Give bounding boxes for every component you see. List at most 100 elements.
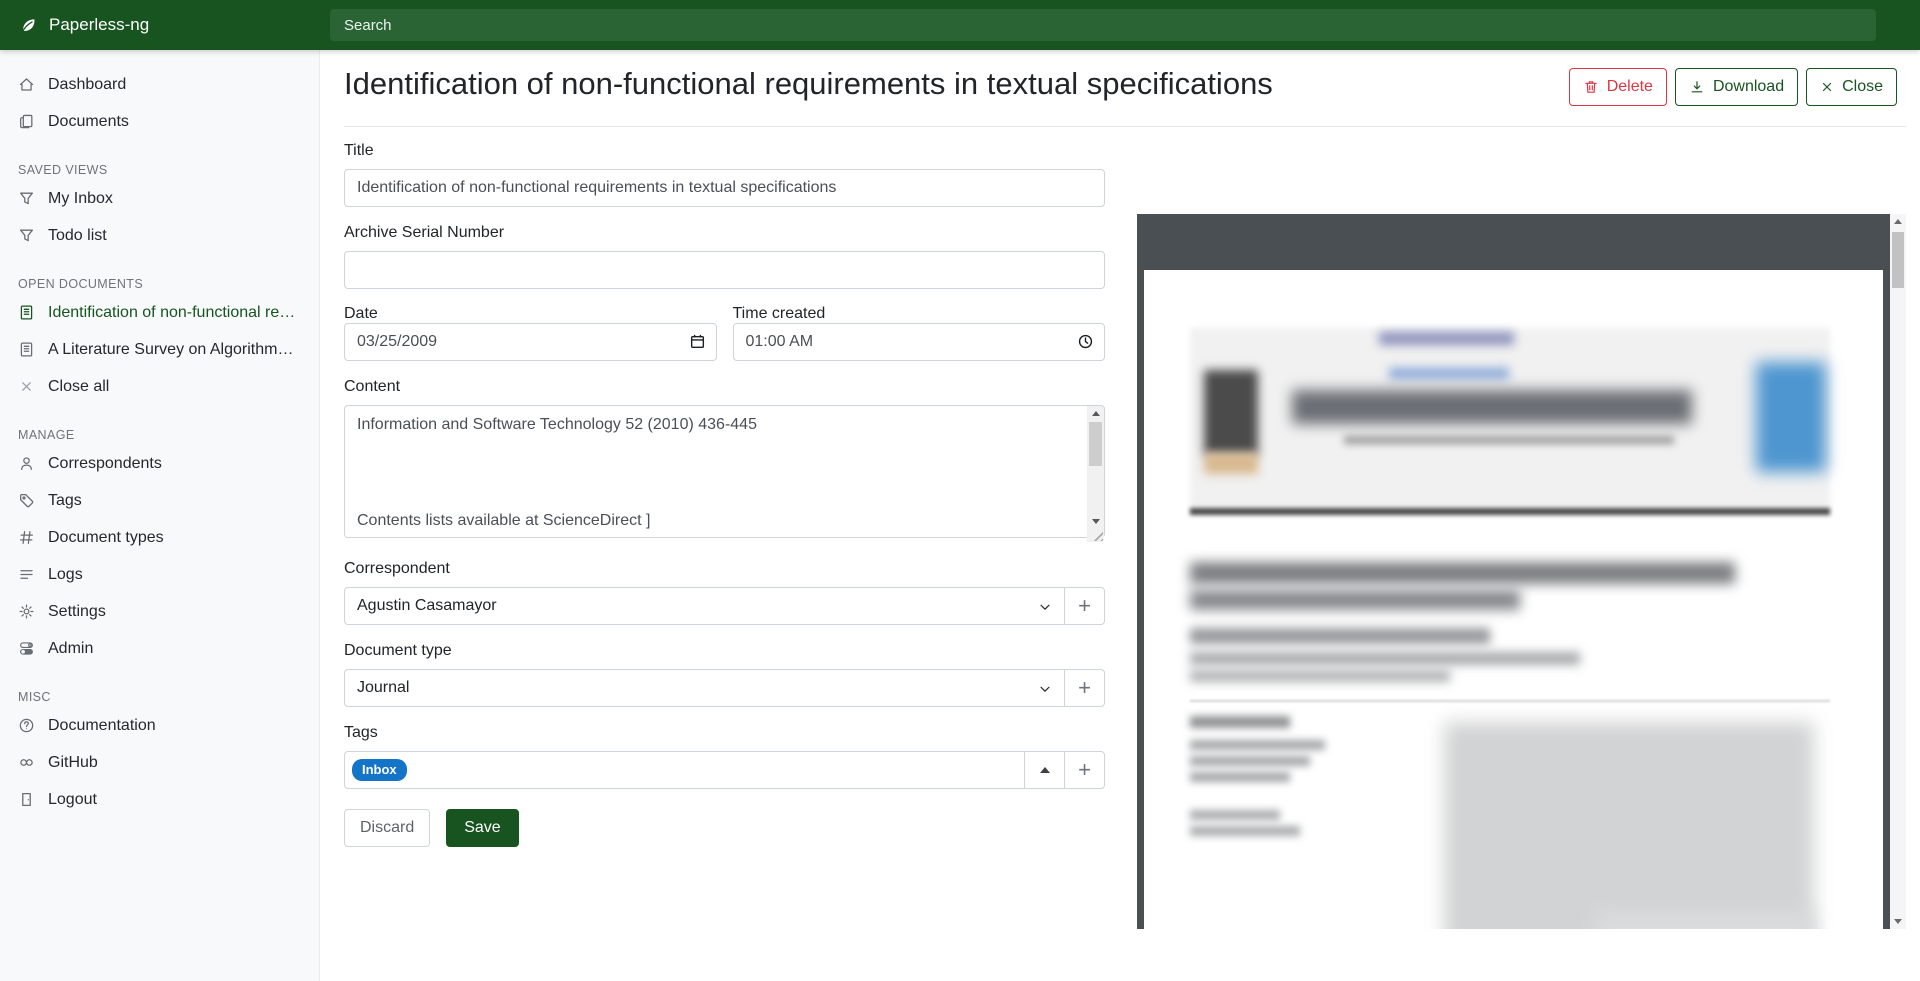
search-input[interactable]	[330, 9, 1876, 41]
documents-icon	[18, 113, 35, 130]
sidebar-header-misc: MISC	[18, 687, 301, 707]
question-circle-icon	[18, 717, 35, 734]
title-input[interactable]	[344, 169, 1105, 207]
sidebar-open-document-2[interactable]: A Literature Survey on Algorithms for Mu…	[0, 331, 319, 368]
scroll-up-arrow-icon[interactable]	[1087, 406, 1104, 420]
scrollbar-thumb[interactable]	[1089, 422, 1102, 466]
app-brand[interactable]: Paperless-ng	[0, 15, 320, 35]
pdf-blurred-divider	[1190, 700, 1830, 702]
date-time-row: Date Time created	[344, 305, 1105, 361]
top-navbar: Paperless-ng	[0, 0, 1920, 50]
sidebar-item-documentation[interactable]: Documentation	[0, 707, 319, 744]
leaf-logo-icon	[19, 16, 38, 35]
person-icon	[18, 455, 35, 472]
sidebar-item-documents[interactable]: Documents	[0, 103, 319, 140]
file-text-icon	[18, 304, 35, 321]
date-label: Date	[344, 305, 378, 322]
content-textarea[interactable]: Information and Software Technology 52 (…	[344, 405, 1105, 538]
archive-serial-number-input[interactable]	[344, 251, 1105, 289]
scroll-down-arrow-icon[interactable]	[1087, 514, 1104, 528]
textarea-scrollbar[interactable]	[1087, 406, 1104, 542]
main-content: Identification of non-functional require…	[320, 50, 1920, 981]
pdf-blurred-affiliation-line-2	[1190, 670, 1450, 682]
close-icon	[1820, 80, 1834, 94]
content-label: Content	[344, 377, 1105, 397]
link-icon	[18, 754, 35, 771]
document-type-label: Document type	[344, 641, 1105, 661]
pdf-blurred-article-info-line	[1190, 740, 1325, 750]
tag-badge-inbox: Inbox	[352, 759, 407, 781]
tags-input[interactable]: Inbox	[344, 751, 1025, 789]
sidebar-open-document-1[interactable]: Identification of non-functional require…	[0, 294, 319, 331]
correspondent-label: Correspondent	[344, 559, 1105, 579]
date-input[interactable]	[344, 323, 717, 361]
sidebar-item-logs[interactable]: Logs	[0, 556, 319, 593]
preview-scroll-down-arrow-icon[interactable]	[1890, 914, 1906, 929]
sidebar-item-settings[interactable]: Settings	[0, 593, 319, 630]
document-type-field-group: Document type Journal +	[344, 641, 1105, 707]
time-created-label: Time created	[733, 305, 826, 322]
pdf-blurred-article-info-line	[1190, 810, 1280, 820]
title-label: Title	[344, 141, 1105, 161]
preview-scroll-up-arrow-icon[interactable]	[1890, 214, 1906, 229]
sidebar-item-document-types[interactable]: Document types	[0, 519, 319, 556]
caret-up-icon	[1040, 767, 1050, 773]
sidebar-item-github[interactable]: GitHub	[0, 744, 319, 781]
toggles-icon	[18, 640, 35, 657]
pdf-preview-pane[interactable]	[1137, 214, 1906, 929]
sidebar-header-saved-views: SAVED VIEWS	[18, 160, 301, 180]
calendar-icon[interactable]	[689, 333, 706, 350]
document-type-select[interactable]: Journal	[344, 669, 1065, 707]
pdf-blurred-elsevier-logo	[1756, 362, 1826, 472]
sidebar-item-correspondents[interactable]: Correspondents	[0, 445, 319, 482]
pdf-blurred-affiliation-line-1	[1190, 652, 1580, 665]
preview-scrollbar-thumb[interactable]	[1892, 232, 1904, 288]
plus-icon: +	[1078, 677, 1091, 699]
save-button[interactable]: Save	[446, 809, 518, 847]
add-tag-button[interactable]: +	[1064, 751, 1105, 789]
sidebar-item-my-inbox[interactable]: My Inbox	[0, 180, 319, 217]
sidebar-item-close-all[interactable]: Close all	[0, 368, 319, 405]
title-field-group: Title	[344, 141, 1105, 207]
correspondent-field-group: Correspondent Agustin Casamayor +	[344, 559, 1105, 625]
pdf-blurred-article-info-line	[1190, 772, 1290, 782]
date-field-group: Date	[344, 305, 717, 361]
add-correspondent-button[interactable]: +	[1064, 587, 1105, 625]
sidebar-item-tags[interactable]: Tags	[0, 482, 319, 519]
tags-dropdown-toggle-button[interactable]	[1024, 751, 1065, 789]
pdf-blurred-article-info-line	[1190, 756, 1310, 766]
pdf-blurred-publisher-logo	[1204, 370, 1258, 455]
form-actions: Discard Save	[344, 809, 1105, 847]
document-form: Title Archive Serial Number Date Time cr…	[344, 141, 1105, 847]
discard-button[interactable]: Discard	[344, 809, 430, 847]
tags-field-group: Tags Inbox +	[344, 723, 1105, 789]
close-icon	[18, 378, 35, 395]
sidebar-item-dashboard[interactable]: Dashboard	[0, 66, 319, 103]
delete-button[interactable]: Delete	[1569, 68, 1667, 106]
asn-label: Archive Serial Number	[344, 223, 1105, 243]
sidebar-item-todo-list[interactable]: Todo list	[0, 217, 319, 254]
add-document-type-button[interactable]: +	[1064, 669, 1105, 707]
correspondent-select[interactable]: Agustin Casamayor	[344, 587, 1065, 625]
gear-icon	[18, 603, 35, 620]
trash-icon	[1583, 79, 1599, 95]
close-button[interactable]: Close	[1806, 68, 1897, 106]
clock-icon[interactable]	[1077, 333, 1094, 350]
sidebar-item-logout[interactable]: Logout	[0, 781, 319, 818]
preview-scrollbar[interactable]	[1890, 214, 1906, 929]
pdf-blurred-authors-line	[1190, 628, 1490, 644]
document-edit-area: Title Archive Serial Number Date Time cr…	[320, 127, 1920, 847]
pdf-blurred-abstract-block	[1444, 722, 1814, 929]
pdf-blurred-banner-rule	[1190, 508, 1830, 515]
pdf-blurred-journal-title	[1292, 390, 1692, 424]
file-text-icon	[18, 341, 35, 358]
pdf-blurred-article-info-line	[1190, 826, 1300, 836]
tag-icon	[18, 492, 35, 509]
filter-funnel-icon	[18, 227, 35, 244]
sidebar-item-admin[interactable]: Admin	[0, 630, 319, 667]
download-button[interactable]: Download	[1675, 68, 1798, 106]
content-field-group: Content Information and Software Technol…	[344, 377, 1105, 543]
time-created-input[interactable]	[733, 323, 1106, 361]
pdf-preview-page	[1144, 270, 1883, 929]
pdf-blurred-subtitle-line	[1344, 436, 1674, 444]
